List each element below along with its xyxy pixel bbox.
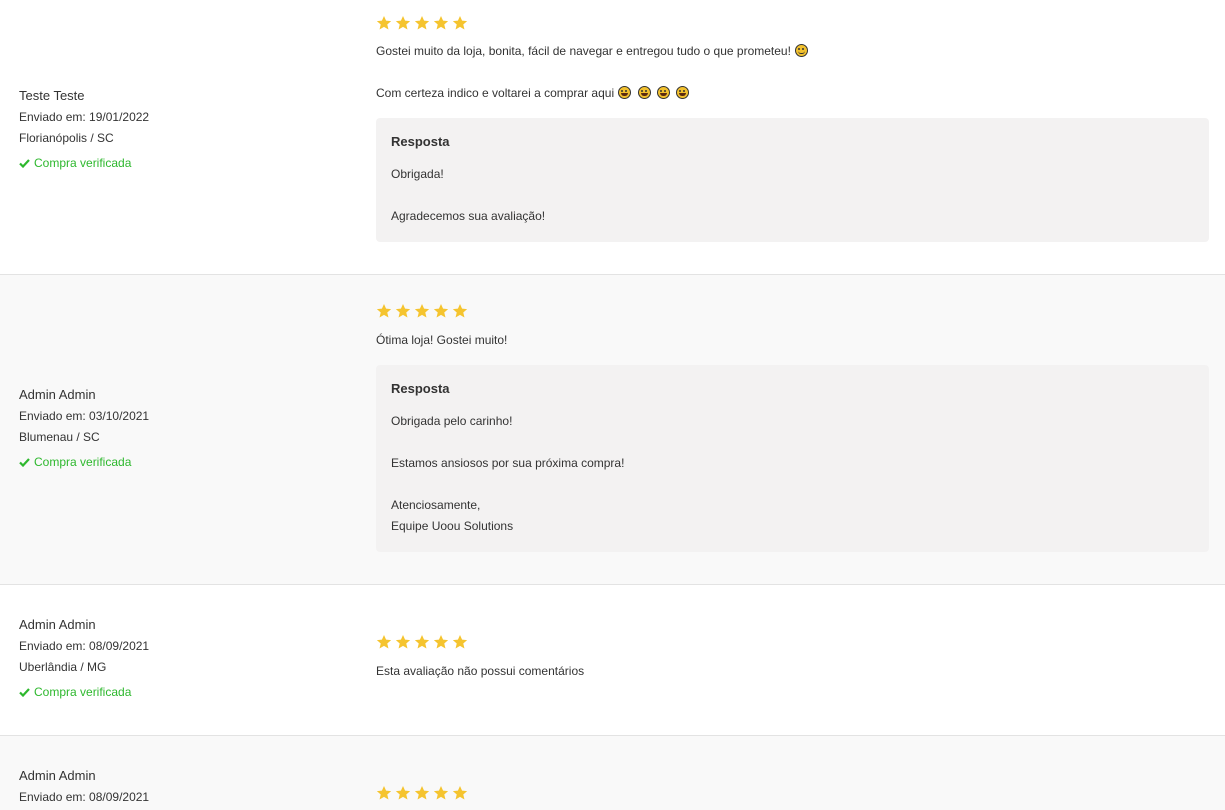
sent-date: Enviado em: 19/01/2022 xyxy=(19,110,150,124)
reply-title: Resposta xyxy=(391,134,450,149)
verified-purchase-badge: Compra verificada xyxy=(19,685,149,699)
review-author-info: Admin Admin Enviado em: 03/10/2021 Blume… xyxy=(19,387,149,469)
star-icon xyxy=(414,303,430,321)
star-icon xyxy=(433,634,449,652)
review-author-info: Teste Teste Enviado em: 19/01/2022 Flori… xyxy=(19,88,149,170)
star-icon xyxy=(376,303,392,321)
reviews-list: Teste Teste Enviado em: 19/01/2022 Flori… xyxy=(0,0,1225,810)
grinning-face-emoji-icon xyxy=(637,86,651,99)
reply-title: Resposta xyxy=(391,381,450,396)
reply-body: Obrigada! Agradecemos sua avaliação! xyxy=(391,164,1194,227)
star-icon xyxy=(414,634,430,652)
rating-stars xyxy=(376,634,1209,652)
check-icon xyxy=(19,687,30,697)
reply-line: Estamos ansiosos por sua próxima compra! xyxy=(391,456,625,470)
review-author-info: Admin Admin Enviado em: 08/09/2021 Uberl… xyxy=(19,617,149,699)
reply-line: Obrigada pelo carinho! xyxy=(391,414,513,428)
star-icon xyxy=(452,634,468,652)
comment-line: Gostei muito da loja, bonita, fácil de n… xyxy=(376,44,791,58)
star-icon xyxy=(433,785,449,803)
review-content: Esta avaliação não possui comentários xyxy=(376,634,1209,679)
author-location: Uberlândia / MG xyxy=(19,660,107,674)
star-icon xyxy=(414,785,430,803)
verified-label: Compra verificada xyxy=(34,156,132,170)
star-icon xyxy=(395,15,411,33)
star-icon xyxy=(452,785,468,803)
comment-line: Ótima loja! Gostei muito! xyxy=(376,333,508,347)
author-name: Admin Admin xyxy=(19,768,96,783)
store-reply: Resposta Obrigada! Agradecemos sua avali… xyxy=(376,118,1209,242)
review-comment: Gostei muito da loja, bonita, fácil de n… xyxy=(376,43,1209,101)
star-icon xyxy=(433,15,449,33)
reply-line: Obrigada! xyxy=(391,167,444,181)
verified-label: Compra verificada xyxy=(34,455,132,469)
rating-stars xyxy=(376,785,1209,803)
star-icon xyxy=(376,785,392,803)
sent-date: Enviado em: 03/10/2021 xyxy=(19,409,150,423)
check-icon xyxy=(19,457,30,467)
star-icon xyxy=(414,15,430,33)
review-item: Admin Admin Enviado em: 08/09/2021 xyxy=(0,736,1225,810)
review-item: Admin Admin Enviado em: 08/09/2021 Uberl… xyxy=(0,585,1225,736)
check-icon xyxy=(19,158,30,168)
star-icon xyxy=(395,785,411,803)
author-location: Florianópolis / SC xyxy=(19,131,114,145)
author-name: Admin Admin xyxy=(19,387,96,402)
star-icon xyxy=(452,303,468,321)
review-item: Teste Teste Enviado em: 19/01/2022 Flori… xyxy=(0,0,1225,275)
rating-stars xyxy=(376,303,1209,321)
smiling-face-emoji-icon xyxy=(795,44,809,57)
verified-purchase-badge: Compra verificada xyxy=(19,156,149,170)
star-icon xyxy=(395,303,411,321)
review-comment: Ótima loja! Gostei muito! xyxy=(376,332,1209,348)
store-reply: Resposta Obrigada pelo carinho! Estamos … xyxy=(376,365,1209,552)
verified-purchase-badge: Compra verificada xyxy=(19,455,149,469)
star-icon xyxy=(452,15,468,33)
comment-line: Com certeza indico e voltarei a comprar … xyxy=(376,86,615,100)
review-content: Gostei muito da loja, bonita, fácil de n… xyxy=(376,15,1209,242)
review-content xyxy=(376,785,1209,803)
review-item: Admin Admin Enviado em: 03/10/2021 Blume… xyxy=(0,275,1225,585)
grinning-face-emoji-icon xyxy=(618,86,632,99)
verified-label: Compra verificada xyxy=(34,685,132,699)
sent-date: Enviado em: 08/09/2021 xyxy=(19,639,150,653)
reply-line: Atenciosamente, xyxy=(391,498,481,512)
star-icon xyxy=(376,15,392,33)
star-icon xyxy=(376,634,392,652)
grinning-face-emoji-icon xyxy=(676,86,690,99)
review-comment: Esta avaliação não possui comentários xyxy=(376,663,1209,679)
author-name: Admin Admin xyxy=(19,617,96,632)
rating-stars xyxy=(376,15,1209,33)
author-location: Blumenau / SC xyxy=(19,430,100,444)
star-icon xyxy=(395,634,411,652)
reply-line: Equipe Uoou Solutions xyxy=(391,519,514,533)
sent-date: Enviado em: 08/09/2021 xyxy=(19,790,150,804)
star-icon xyxy=(433,303,449,321)
grinning-face-emoji-icon xyxy=(657,86,671,99)
author-name: Teste Teste xyxy=(19,88,85,103)
reply-line: Agradecemos sua avaliação! xyxy=(391,209,546,223)
comment-line: Esta avaliação não possui comentários xyxy=(376,664,585,678)
review-content: Ótima loja! Gostei muito! Resposta Obrig… xyxy=(376,303,1209,552)
review-author-info: Admin Admin Enviado em: 08/09/2021 xyxy=(19,768,149,810)
reply-body: Obrigada pelo carinho! Estamos ansiosos … xyxy=(391,411,1194,537)
